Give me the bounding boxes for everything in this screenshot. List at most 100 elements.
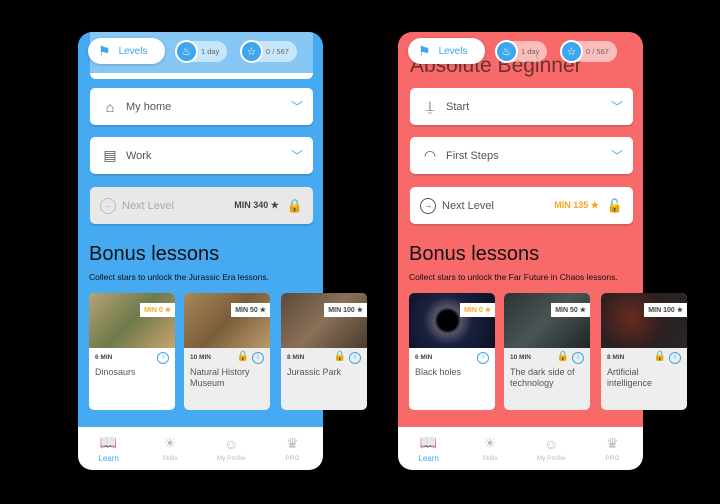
nav-my-profile[interactable]: ☺ My Profile <box>521 427 582 470</box>
nav-label: PRO <box>285 455 300 462</box>
nav-label: My Profile <box>216 454 246 462</box>
next-level-row[interactable]: → Next Level MIN 135 ★ 🔓 <box>410 187 633 224</box>
bottom-nav: 📖 Learn ☀ Skills ☺ My Profile ♛ PRO <box>398 427 643 470</box>
lock-icon: 🔒 <box>286 197 303 213</box>
lightbulb-icon: ☀ <box>163 435 177 451</box>
star-icon: ★ <box>577 307 586 314</box>
info-icon[interactable]: i <box>477 352 489 364</box>
nav-skills[interactable]: ☀ Skills <box>139 427 200 470</box>
nav-label: PRO <box>605 455 620 462</box>
unlock-icon: 🔓 <box>606 197 623 213</box>
crown-icon: ♛ <box>286 435 299 451</box>
nav-label: Learn <box>98 454 119 463</box>
card-edge <box>90 73 313 79</box>
levels-button[interactable]: ⚑ Levels <box>408 38 485 64</box>
badge-value: MIN 100 <box>648 307 675 314</box>
lesson-card[interactable]: MIN 50 ★ 10 MIN 🔒 i The dark side of technol… <box>504 293 590 410</box>
badge-value: MIN 100 <box>328 307 355 314</box>
next-level-label: Next Level <box>442 199 494 212</box>
star-icon: ★ <box>268 200 279 210</box>
lock-icon: 🔒 <box>333 351 346 362</box>
nav-label: My Profile <box>536 454 566 462</box>
required-stars-value: MIN 340 <box>234 200 269 210</box>
star-icon: ☆ <box>560 40 583 63</box>
lesson-card[interactable]: MIN 0 ★ 6 MIN i Black holes <box>409 293 495 410</box>
required-stars-value: MIN 135 <box>554 200 589 210</box>
topic-row[interactable]: ▤ Work ﹀ <box>90 137 313 174</box>
info-icon[interactable]: i <box>349 352 361 364</box>
crown-icon: ♛ <box>606 435 619 451</box>
lesson-title: Natural History Museum <box>190 367 250 388</box>
lesson-image: MIN 50 ★ <box>184 293 270 348</box>
streak-chip[interactable]: ♨ 1 day <box>175 40 228 63</box>
nav-pro[interactable]: ♛ PRO <box>582 427 643 470</box>
nav-my-profile[interactable]: ☺ My Profile <box>201 427 262 470</box>
lesson-card[interactable]: MIN 0 ★ 6 MIN i Dinosaurs <box>89 293 175 410</box>
bonus-subtitle: Collect stars to unlock the Jurassic Era… <box>89 272 269 282</box>
levels-button[interactable]: ⚑ Levels <box>88 38 165 64</box>
badge-value: MIN 50 <box>235 307 258 314</box>
nav-label: Skills <box>162 455 178 462</box>
required-stars: MIN 340 ★ <box>234 200 279 211</box>
lesson-card[interactable]: MIN 100 ★ 8 MIN 🔒 i Jurassic Park <box>281 293 367 410</box>
info-icon[interactable]: i <box>572 352 584 364</box>
badge-value: MIN 50 <box>555 307 578 314</box>
levels-label: Levels <box>438 45 468 57</box>
topic-row[interactable]: ◠ First Steps ﹀ <box>410 137 633 174</box>
stars-chip[interactable]: ☆ 0 / 567 <box>240 40 297 63</box>
bonus-title: Bonus lessons <box>89 243 220 265</box>
topic-row[interactable]: ⍊ Start ﹀ <box>410 88 633 125</box>
bonus-title: Bonus lessons <box>409 243 540 265</box>
lock-icon: 🔒 <box>556 351 569 362</box>
stars-value: 0 / 567 <box>266 47 289 56</box>
star-icon: ★ <box>482 307 491 314</box>
flame-icon: ♨ <box>175 40 198 63</box>
info-icon[interactable]: i <box>669 352 681 364</box>
phone-screen: Absolute Beginner ⚑ Levels ♨ 1 day ☆ 0 / 567 ⍊ S… <box>398 32 687 470</box>
nav-learn[interactable]: 📖 Learn <box>398 427 459 470</box>
topic-label: Start <box>446 100 470 113</box>
levels-label: Levels <box>118 45 148 57</box>
arrow-right-circle-icon: → <box>100 197 116 214</box>
lock-icon: 🔒 <box>236 351 249 362</box>
lesson-image: MIN 100 ★ <box>601 293 687 348</box>
nav-skills[interactable]: ☀ Skills <box>459 427 520 470</box>
lesson-title: Jurassic Park <box>287 367 342 377</box>
nav-learn[interactable]: 📖 Learn <box>78 427 139 470</box>
bottom-nav: 📖 Learn ☀ Skills ☺ My Profile ♛ PRO <box>78 427 323 470</box>
info-icon[interactable]: i <box>252 352 264 364</box>
next-level-label: Next Level <box>122 199 174 212</box>
chevron-down-icon: ﹀ <box>290 149 303 163</box>
chevron-down-icon: ﹀ <box>290 100 303 114</box>
streak-chip[interactable]: ♨ 1 day <box>495 40 548 63</box>
star-icon: ☆ <box>240 40 263 63</box>
topic-label: First Steps <box>446 149 499 162</box>
chevron-down-icon: ﹀ <box>610 100 623 114</box>
min-stars-badge: MIN 50 ★ <box>551 303 590 317</box>
topic-row[interactable]: ⌂ My home ﹀ <box>90 88 313 125</box>
flag-icon: ⚑ <box>418 42 431 59</box>
lesson-title: Dinosaurs <box>95 367 136 377</box>
stars-chip[interactable]: ☆ 0 / 567 <box>560 40 617 63</box>
next-level-row[interactable]: → Next Level MIN 340 ★ 🔒 <box>90 187 313 224</box>
lesson-duration: 8 MIN <box>287 354 305 361</box>
flame-icon: ♨ <box>495 40 518 63</box>
lesson-card[interactable]: MIN 100 ★ 8 MIN 🔒 i Artificial intelligence <box>601 293 687 410</box>
info-icon[interactable]: i <box>157 352 169 364</box>
lesson-duration: 6 MIN <box>95 354 113 361</box>
min-stars-badge: MIN 50 ★ <box>231 303 270 317</box>
lightbulb-icon: ☀ <box>483 435 497 451</box>
lesson-title: Black holes <box>415 367 462 377</box>
nav-pro[interactable]: ♛ PRO <box>262 427 323 470</box>
star-icon: ★ <box>354 307 363 314</box>
nav-label: Skills <box>482 455 498 462</box>
streak-value: 1 day <box>521 47 540 56</box>
profile-icon: ☺ <box>223 435 239 452</box>
stars-value: 0 / 567 <box>586 47 609 56</box>
lesson-card[interactable]: MIN 50 ★ 10 MIN 🔒 i Natural History Museum <box>184 293 270 410</box>
lesson-duration: 6 MIN <box>415 354 433 361</box>
topic-label: My home <box>126 100 172 113</box>
topic-label: Work <box>126 149 152 162</box>
book-icon: 📖 <box>419 434 438 450</box>
required-stars: MIN 135 ★ <box>554 200 599 211</box>
